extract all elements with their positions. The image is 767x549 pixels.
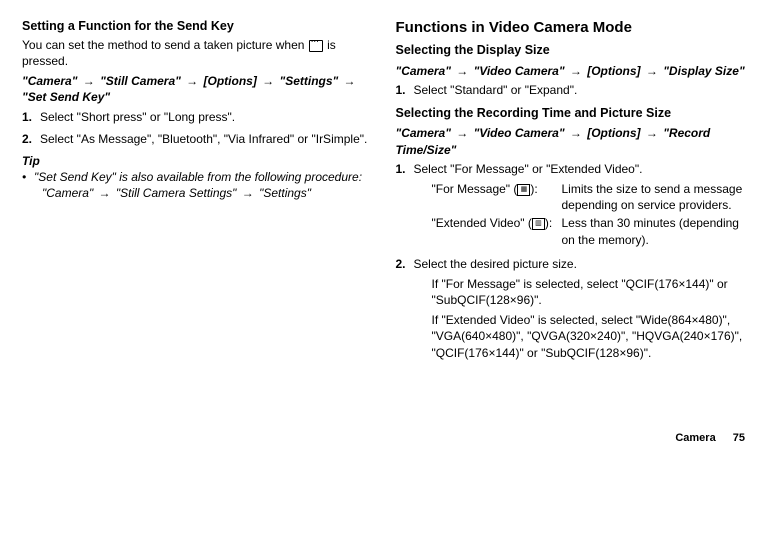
step-detail: If "For Message" is selected, select "QC… (432, 276, 746, 308)
path-seg: "Video Camera" (474, 126, 565, 140)
right-column: Functions in Video Camera Mode Selecting… (396, 18, 746, 371)
step-text: Select "Standard" or "Expand". (414, 82, 746, 98)
term-text-a: "For Message" ( (432, 182, 518, 196)
step-item: 2. Select the desired picture size. If "… (396, 256, 746, 365)
page-columns: Setting a Function for the Send Key You … (22, 18, 745, 371)
left-path: "Camera" → "Still Camera" → [Options] → … (22, 73, 372, 105)
arrow-icon: → (641, 64, 664, 78)
step-text: Select "For Message" or "Extended Video"… (414, 161, 746, 177)
arrow-icon: → (77, 74, 100, 88)
path-seg: "Camera" (42, 186, 93, 200)
step-number: 2. (396, 256, 414, 365)
left-intro: You can set the method to send a taken p… (22, 37, 372, 69)
path-seg: [Options] (204, 74, 257, 88)
footer-section: Camera (675, 432, 715, 444)
step-item: 1. Select "Standard" or "Expand". (396, 82, 746, 98)
bullet-icon: • (22, 169, 34, 185)
arrow-icon: → (181, 74, 204, 88)
section1-path: "Camera" → "Video Camera" → [Options] → … (396, 63, 746, 79)
tip-path: "Camera" → "Still Camera Settings" → "Se… (42, 185, 372, 201)
path-seg: "Video Camera" (474, 64, 565, 78)
definition-text: Less than 30 minutes (depending on the m… (562, 215, 746, 247)
send-key-icon (309, 40, 323, 52)
section1-steps: 1. Select "Standard" or "Expand". (396, 82, 746, 98)
term-text-b: ): (530, 182, 537, 196)
path-seg: [Options] (587, 64, 640, 78)
section2-path: "Camera" → "Video Camera" → [Options] → … (396, 125, 746, 157)
term-text-b: ): (545, 216, 552, 230)
step-body: Select "For Message" or "Extended Video"… (414, 161, 746, 250)
arrow-icon: → (451, 64, 474, 78)
tip-body: • "Set Send Key" is also available from … (22, 169, 372, 185)
arrow-icon: → (565, 64, 588, 78)
step-item: 2. Select "As Message", "Bluetooth", "Vi… (22, 131, 372, 147)
step-text: Select the desired picture size. (414, 256, 746, 272)
arrow-icon: → (338, 74, 357, 88)
step-number: 1. (396, 161, 414, 250)
arrow-icon: → (565, 126, 588, 140)
right-title: Functions in Video Camera Mode (396, 18, 746, 38)
definition-text: Limits the size to send a message depend… (562, 181, 746, 213)
section-heading: Selecting the Recording Time and Picture… (396, 105, 746, 122)
page-footer: Camera 75 (22, 431, 745, 446)
definition-term: "For Message" (▦): (432, 181, 562, 213)
arrow-icon: → (451, 126, 474, 140)
path-seg: "Camera" (396, 64, 451, 78)
step-item: 1. Select "Short press" or "Long press". (22, 109, 372, 125)
intro-text-a: You can set the method to send a taken p… (22, 38, 308, 52)
section-heading: Selecting the Display Size (396, 42, 746, 59)
tip-label: Tip (22, 153, 372, 169)
path-seg: "Still Camera" (100, 74, 181, 88)
tip-text: "Set Send Key" is also available from th… (34, 169, 362, 185)
extended-video-icon: ▥ (532, 218, 545, 230)
definition-row: "Extended Video" (▥): Less than 30 minut… (432, 215, 746, 247)
path-seg: "Camera" (396, 126, 451, 140)
path-seg: "Settings" (280, 74, 339, 88)
path-seg: "Settings" (259, 186, 311, 200)
step-number: 1. (22, 109, 40, 125)
arrow-icon: → (257, 74, 280, 88)
footer-page-number: 75 (733, 432, 745, 444)
left-steps: 1. Select "Short press" or "Long press".… (22, 109, 372, 147)
step-number: 2. (22, 131, 40, 147)
definition-term: "Extended Video" (▥): (432, 215, 562, 247)
left-column: Setting a Function for the Send Key You … (22, 18, 372, 371)
definition-row: "For Message" (▦): Limits the size to se… (432, 181, 746, 213)
step-text: Select "Short press" or "Long press". (40, 109, 372, 125)
step-detail: If "Extended Video" is selected, select … (432, 312, 746, 361)
path-seg: "Camera" (22, 74, 77, 88)
left-heading: Setting a Function for the Send Key (22, 18, 372, 35)
path-seg: [Options] (587, 126, 640, 140)
term-text-a: "Extended Video" ( (432, 216, 532, 230)
path-seg: "Still Camera Settings" (116, 186, 237, 200)
arrow-icon: → (236, 186, 259, 200)
path-seg: "Display Size" (663, 64, 744, 78)
step-item: 1. Select "For Message" or "Extended Vid… (396, 161, 746, 250)
arrow-icon: → (641, 126, 664, 140)
step-number: 1. (396, 82, 414, 98)
step-text: Select "As Message", "Bluetooth", "Via I… (40, 131, 372, 147)
message-size-icon: ▦ (517, 184, 530, 196)
step-body: Select the desired picture size. If "For… (414, 256, 746, 365)
section2-steps: 1. Select "For Message" or "Extended Vid… (396, 161, 746, 365)
path-seg: "Set Send Key" (22, 90, 110, 104)
arrow-icon: → (93, 186, 116, 200)
